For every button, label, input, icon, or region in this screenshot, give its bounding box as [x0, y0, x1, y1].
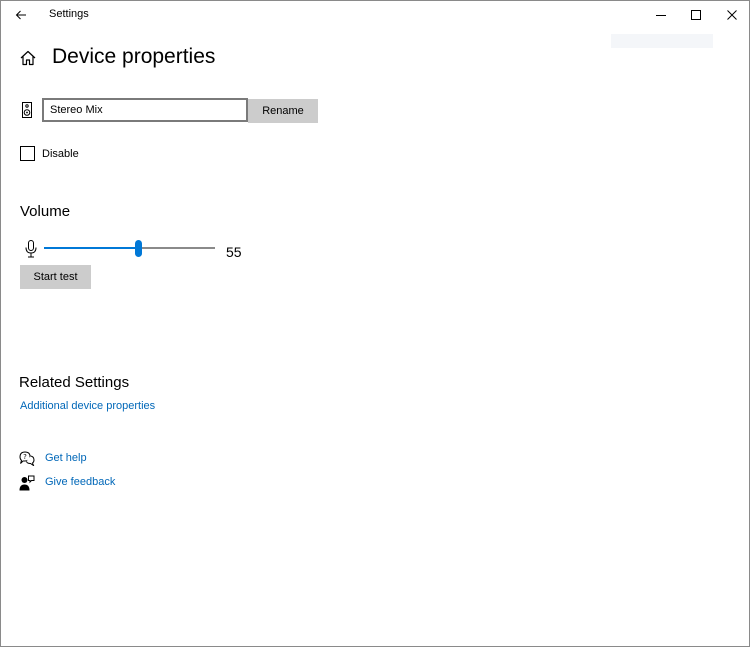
volume-title: Volume	[20, 203, 71, 220]
speaker-icon	[22, 102, 32, 118]
title-bar: Settings	[1, 1, 749, 29]
microphone-icon	[25, 240, 37, 258]
svg-text:?: ?	[23, 453, 27, 461]
disable-label: Disable	[42, 148, 79, 160]
disable-checkbox[interactable]	[20, 146, 35, 161]
slider-thumb[interactable]	[135, 240, 142, 257]
settings-window: Settings Device properties Rename Disabl…	[0, 0, 750, 647]
chat-bubbles-icon: ?	[19, 451, 35, 466]
rename-button[interactable]: Rename	[248, 99, 318, 123]
close-button[interactable]	[715, 1, 749, 29]
related-settings-title: Related Settings	[19, 374, 130, 391]
get-help-link[interactable]: Get help	[45, 452, 87, 464]
volume-slider[interactable]	[44, 237, 215, 261]
volume-value: 55	[226, 244, 242, 260]
close-icon	[727, 10, 737, 20]
back-button[interactable]	[7, 3, 35, 27]
faded-background-strip	[611, 34, 713, 48]
minimize-button[interactable]	[644, 1, 678, 29]
maximize-icon	[691, 10, 701, 20]
arrow-left-icon	[15, 10, 26, 20]
home-icon[interactable]	[19, 49, 37, 67]
window-title: Settings	[49, 8, 89, 20]
page-title: Device properties	[52, 45, 216, 68]
start-test-button[interactable]: Start test	[20, 265, 91, 289]
person-feedback-icon	[19, 475, 35, 491]
slider-fill	[44, 247, 138, 249]
minimize-icon	[656, 15, 666, 16]
maximize-button[interactable]	[679, 1, 713, 29]
give-feedback-link[interactable]: Give feedback	[45, 476, 115, 488]
device-name-input[interactable]	[42, 98, 248, 122]
additional-device-properties-link[interactable]: Additional device properties	[20, 400, 155, 412]
